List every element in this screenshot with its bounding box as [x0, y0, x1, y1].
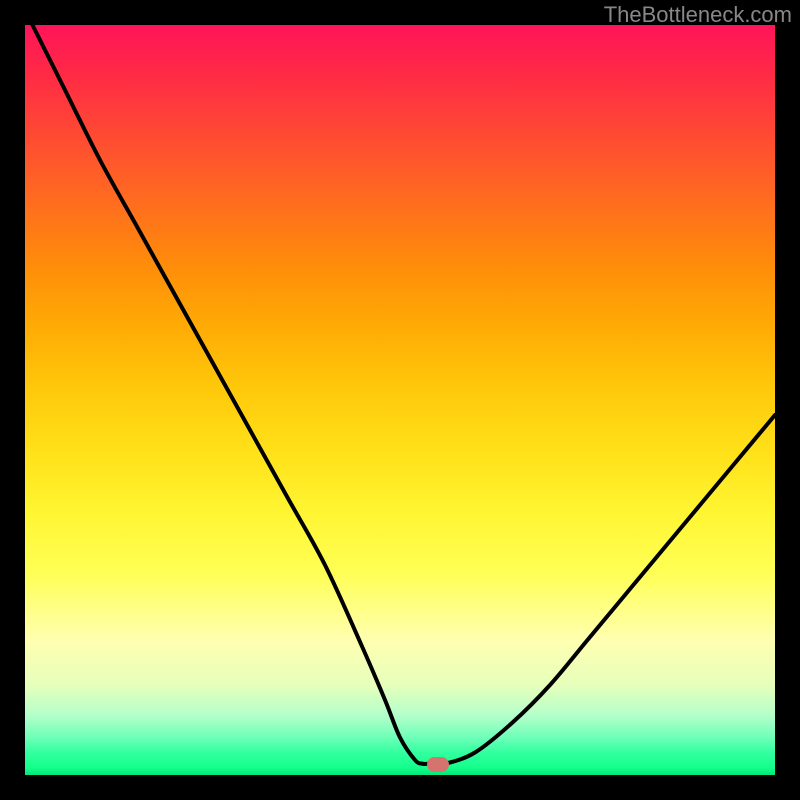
plot-area: [25, 25, 775, 775]
watermark-text: TheBottleneck.com: [604, 2, 792, 28]
bottleneck-curve: [25, 25, 775, 775]
chart-container: TheBottleneck.com: [0, 0, 800, 800]
optimal-marker: [427, 757, 449, 772]
